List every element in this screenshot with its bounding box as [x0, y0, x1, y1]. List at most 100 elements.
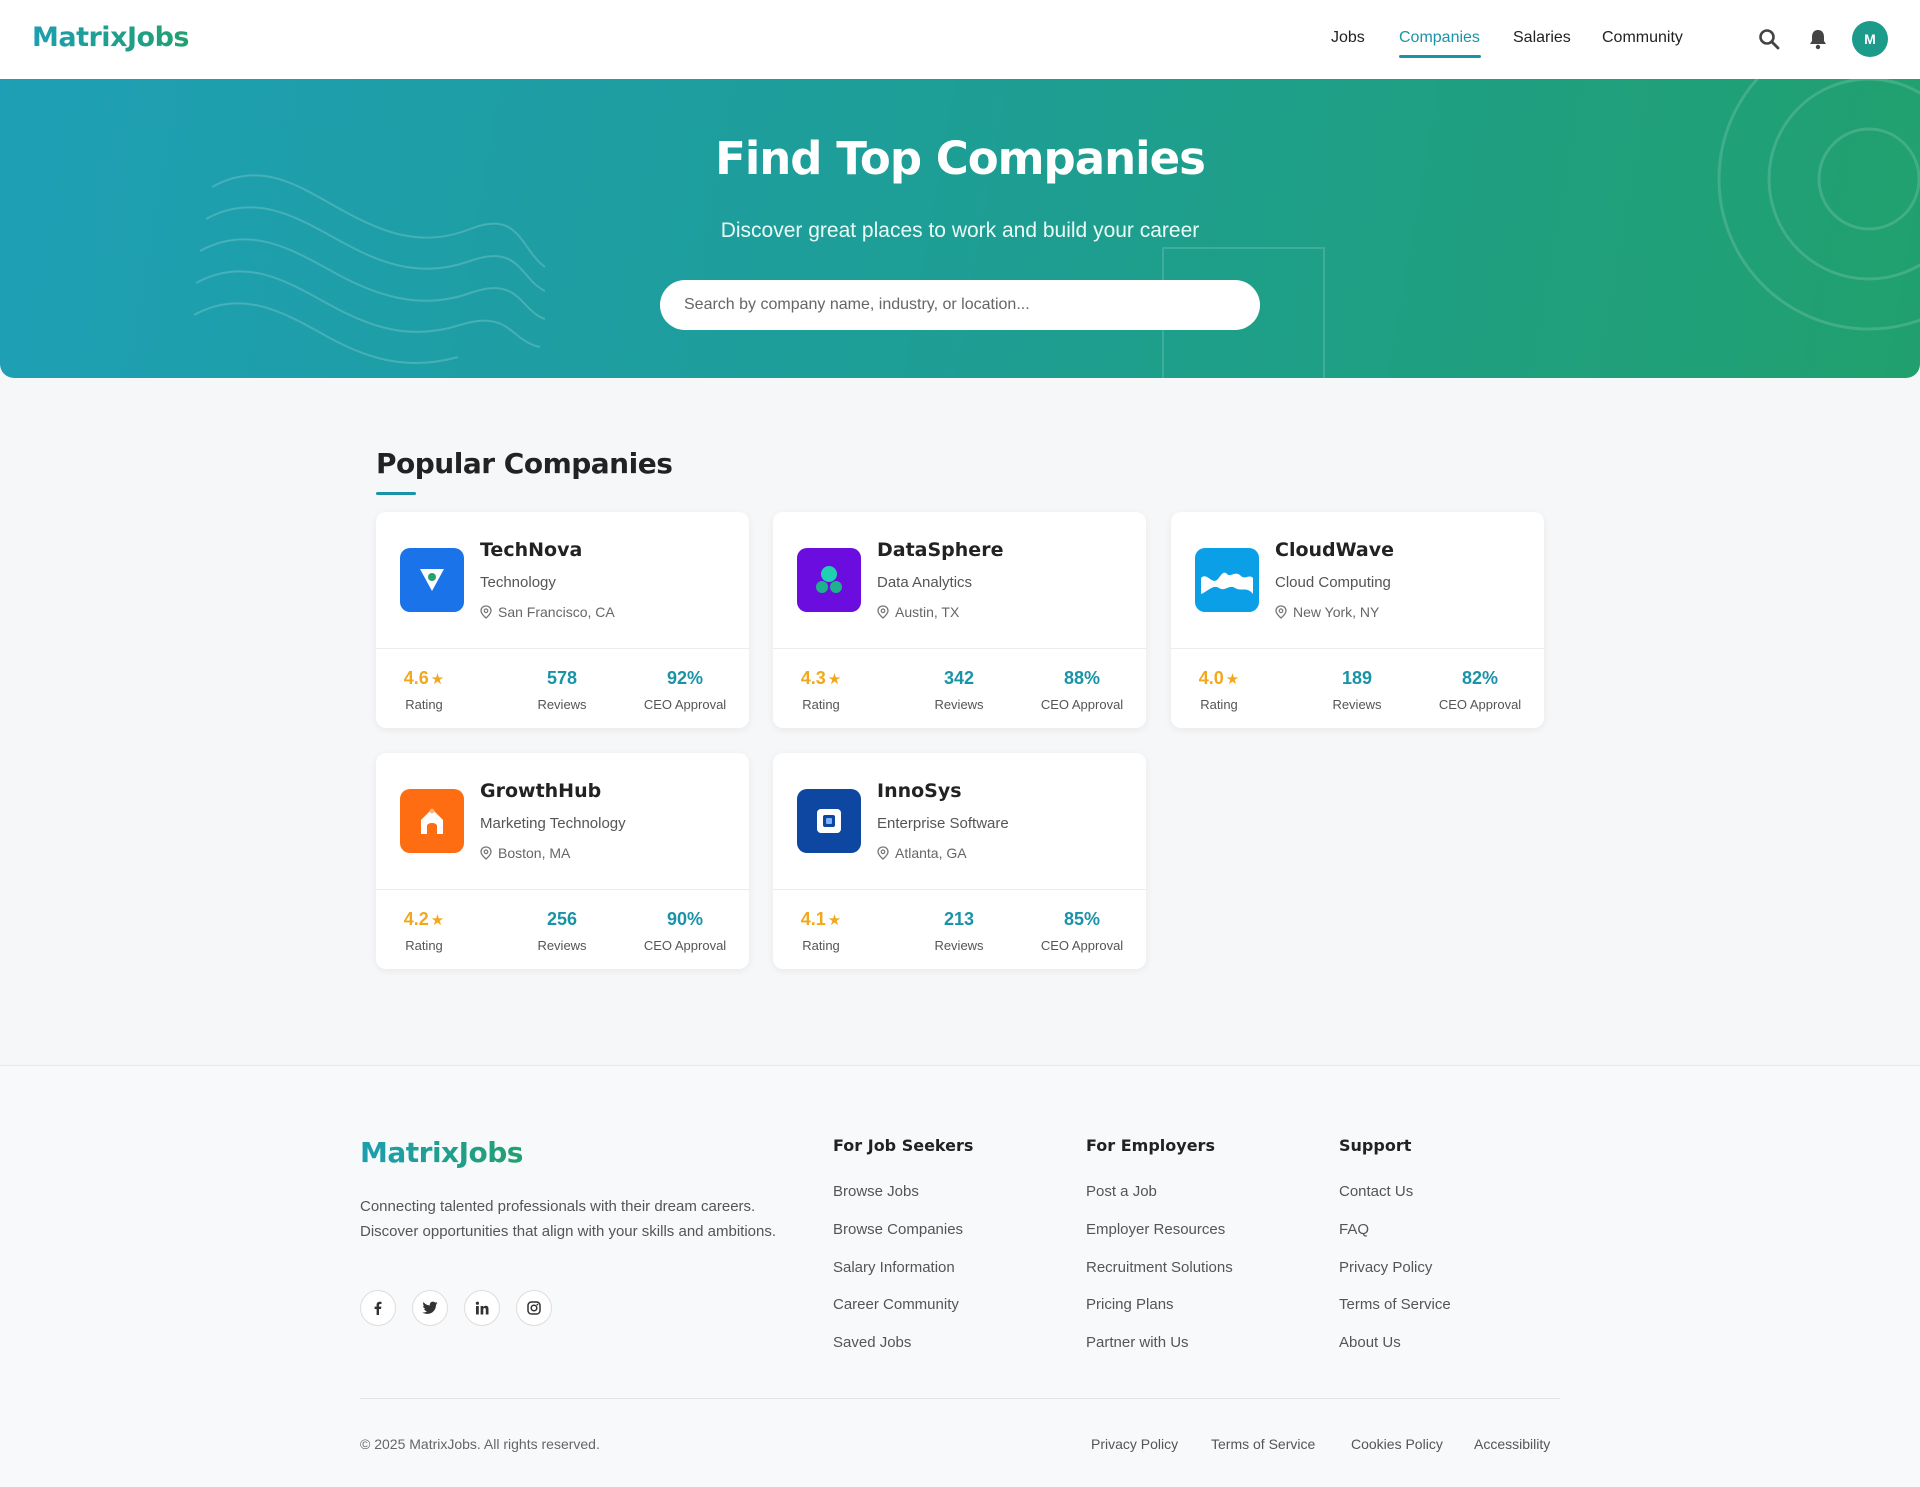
company-industry: Technology: [480, 574, 556, 591]
footer-divider: [360, 1398, 1560, 1399]
nav-salaries[interactable]: Salaries: [1513, 29, 1571, 47]
star-icon: ★: [1225, 671, 1240, 688]
company-location: Austin, TX: [877, 604, 959, 620]
rating-label: Rating: [405, 938, 443, 953]
bell-icon[interactable]: [1805, 26, 1831, 52]
rating-value: 4.6: [403, 668, 429, 688]
hero-title: Find Top Companies: [715, 132, 1206, 185]
company-card-cloudwave[interactable]: CloudWave Cloud Computing New York, NY 4…: [1171, 512, 1544, 728]
company-name[interactable]: GrowthHub: [480, 780, 601, 802]
ceo-approval-label: CEO Approval: [643, 938, 727, 953]
square-chip-icon: [797, 789, 861, 853]
ceo-approval-value: 85%: [1063, 909, 1101, 929]
company-card-datasphere[interactable]: DataSphere Data Analytics Austin, TX 4.3…: [773, 512, 1146, 728]
v-shield-icon: [400, 548, 464, 612]
reviews-value: 342: [943, 668, 975, 688]
nav-active-indicator: [1399, 55, 1481, 58]
company-location-text: Austin, TX: [895, 604, 960, 620]
company-search-input[interactable]: [660, 280, 1260, 330]
house-arch-icon: [400, 789, 464, 853]
reviews-stat: 578 Reviews: [512, 668, 612, 712]
star-icon: ★: [827, 912, 842, 929]
ceo-approval-label: CEO Approval: [1040, 938, 1124, 953]
nav-jobs[interactable]: Jobs: [1331, 29, 1365, 47]
footer-link[interactable]: Saved Jobs: [833, 1334, 911, 1351]
location-pin-icon: [877, 846, 889, 860]
company-location: Boston, MA: [480, 845, 570, 861]
search-icon[interactable]: [1756, 26, 1782, 52]
reviews-label: Reviews: [537, 938, 587, 953]
card-divider: [376, 648, 749, 649]
footer-link[interactable]: Contact Us: [1339, 1183, 1413, 1200]
footer-link[interactable]: Recruitment Solutions: [1086, 1259, 1233, 1276]
footer-col-title-support: Support: [1339, 1136, 1412, 1155]
footer-link[interactable]: Career Community: [833, 1296, 959, 1313]
ceo-approval-stat: 92% CEO Approval: [635, 668, 735, 712]
company-name[interactable]: DataSphere: [877, 539, 1003, 561]
ceo-approval-label: CEO Approval: [643, 697, 727, 712]
legal-link-accessibility[interactable]: Accessibility: [1474, 1436, 1550, 1452]
footer-link[interactable]: Browse Jobs: [833, 1183, 919, 1200]
twitter-icon[interactable]: [412, 1290, 448, 1326]
location-pin-icon: [480, 846, 492, 860]
site-logo[interactable]: MatrixJobs: [32, 22, 189, 53]
hero-banner: Find Top Companies Discover great places…: [0, 79, 1920, 378]
linkedin-icon[interactable]: [464, 1290, 500, 1326]
location-pin-icon: [480, 605, 492, 619]
nav-companies[interactable]: Companies: [1399, 29, 1480, 47]
hero-subtitle: Discover great places to work and build …: [720, 219, 1200, 242]
reviews-value: 213: [943, 909, 975, 929]
company-industry: Cloud Computing: [1275, 574, 1391, 591]
rating-label: Rating: [405, 697, 443, 712]
company-name[interactable]: CloudWave: [1275, 539, 1394, 561]
ceo-approval-stat: 88% CEO Approval: [1032, 668, 1132, 712]
reviews-value: 256: [546, 909, 578, 929]
ceo-approval-stat: 85% CEO Approval: [1032, 909, 1132, 953]
copyright-text: © 2025 MatrixJobs. All rights reserved.: [360, 1436, 600, 1452]
footer-link[interactable]: About Us: [1339, 1334, 1401, 1351]
company-card-growthhub[interactable]: GrowthHub Marketing Technology Boston, M…: [376, 753, 749, 969]
reviews-label: Reviews: [934, 938, 984, 953]
rating-stat: 4.3 ★ Rating: [797, 668, 845, 712]
section-title-underline: [376, 492, 416, 495]
footer-link[interactable]: FAQ: [1339, 1221, 1369, 1238]
section-title: Popular Companies: [376, 447, 673, 480]
footer-link[interactable]: Browse Companies: [833, 1221, 963, 1238]
card-divider: [773, 648, 1146, 649]
instagram-icon[interactable]: [516, 1290, 552, 1326]
company-name[interactable]: InnoSys: [877, 780, 962, 802]
company-card-technova[interactable]: TechNova Technology San Francisco, CA 4.…: [376, 512, 749, 728]
location-pin-icon: [1275, 605, 1287, 619]
company-location-text: New York, NY: [1293, 604, 1380, 620]
rating-value: 4.1: [800, 909, 826, 929]
card-divider: [773, 889, 1146, 890]
footer-link[interactable]: Terms of Service: [1339, 1296, 1451, 1313]
legal-link-terms[interactable]: Terms of Service: [1211, 1436, 1315, 1452]
footer-link[interactable]: Employer Resources: [1086, 1221, 1225, 1238]
footer-link[interactable]: Partner with Us: [1086, 1334, 1189, 1351]
site-footer: MatrixJobs Connecting talented professio…: [0, 1065, 1920, 1487]
molecule-icon: [797, 548, 861, 612]
footer-logo[interactable]: MatrixJobs: [360, 1136, 523, 1169]
rating-label: Rating: [802, 938, 840, 953]
facebook-icon[interactable]: [360, 1290, 396, 1326]
ceo-approval-value: 82%: [1461, 668, 1499, 688]
nav-community[interactable]: Community: [1602, 29, 1683, 47]
footer-col-title-job-seekers: For Job Seekers: [833, 1136, 974, 1155]
legal-link-privacy[interactable]: Privacy Policy: [1091, 1436, 1178, 1452]
ceo-approval-stat: 82% CEO Approval: [1430, 668, 1530, 712]
footer-link[interactable]: Privacy Policy: [1339, 1259, 1432, 1276]
company-location-text: Atlanta, GA: [895, 845, 967, 861]
top-navbar: MatrixJobs Jobs Companies Salaries Commu…: [0, 0, 1920, 79]
ceo-approval-value: 90%: [666, 909, 704, 929]
company-card-innosys[interactable]: InnoSys Enterprise Software Atlanta, GA …: [773, 753, 1146, 969]
company-name[interactable]: TechNova: [480, 539, 582, 561]
rating-label: Rating: [1200, 697, 1238, 712]
footer-link[interactable]: Post a Job: [1086, 1183, 1157, 1200]
ceo-approval-stat: 90% CEO Approval: [635, 909, 735, 953]
footer-link[interactable]: Salary Information: [833, 1259, 955, 1276]
legal-link-cookies[interactable]: Cookies Policy: [1351, 1436, 1443, 1452]
avatar[interactable]: M: [1852, 21, 1888, 57]
company-industry: Marketing Technology: [480, 815, 626, 832]
footer-link[interactable]: Pricing Plans: [1086, 1296, 1174, 1313]
